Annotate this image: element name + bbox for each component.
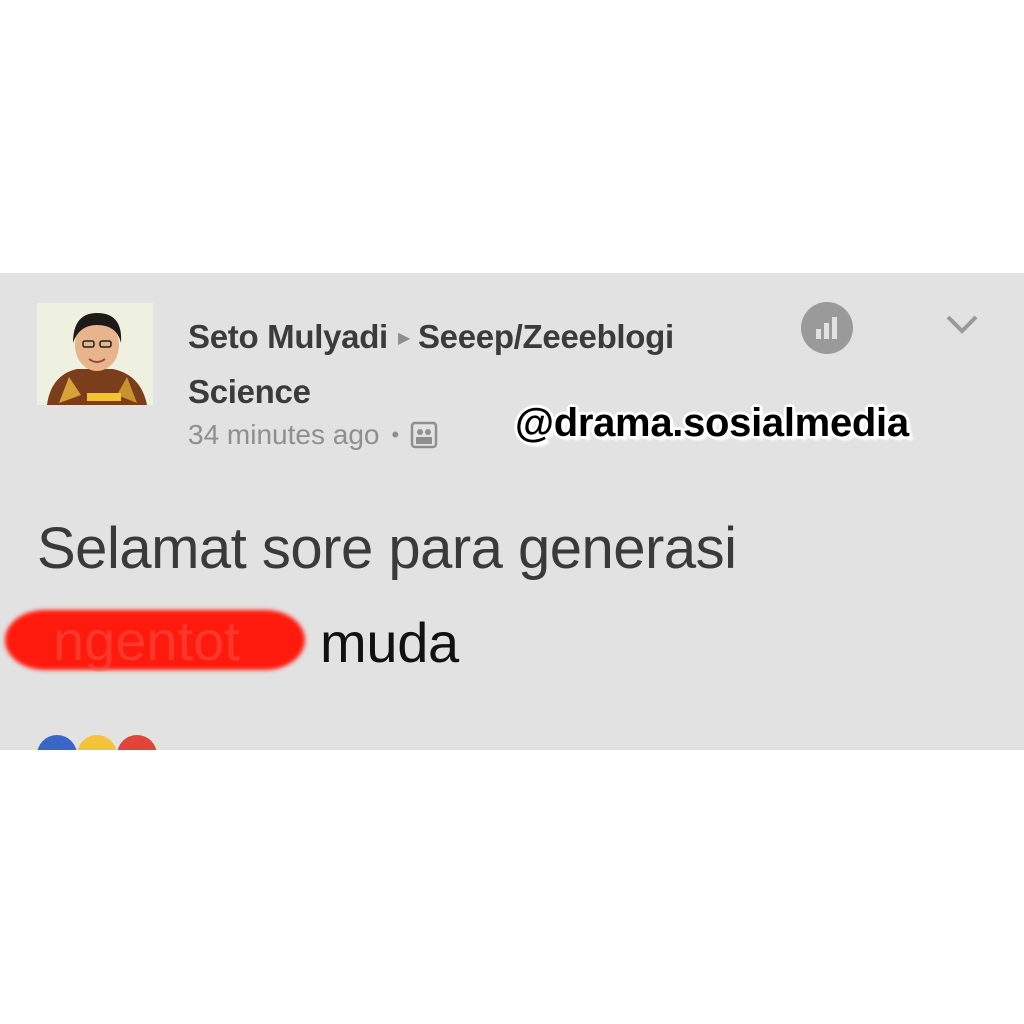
haha-reaction-icon — [77, 735, 117, 750]
author-name[interactable]: Seto Mulyadi — [188, 318, 388, 355]
redaction-mark: ngentot — [5, 604, 305, 674]
timestamp[interactable]: 34 minutes ago — [188, 419, 379, 451]
group-icon — [409, 420, 439, 450]
avatar-image — [37, 303, 153, 405]
bar-chart-icon[interactable] — [800, 301, 854, 355]
reaction-bar[interactable] — [37, 735, 277, 750]
post-meta: 34 minutes ago • — [188, 419, 439, 451]
watermark: @drama.sosialmedia — [515, 401, 909, 445]
post-message-line2: ngentot muda — [0, 598, 1024, 678]
angry-reaction-icon — [117, 735, 157, 750]
post-card: Seto Mulyadi ▶ Seeep/Zeeeblogi Science 34 … — [0, 273, 1024, 750]
author-avatar[interactable] — [37, 303, 153, 405]
like-reaction-icon — [37, 735, 77, 750]
chevron-down-icon[interactable] — [942, 309, 982, 339]
redacted-word: ngentot — [53, 609, 240, 672]
post-message-line1: Selamat sore para generasi — [37, 516, 737, 581]
meta-separator: • — [391, 422, 400, 447]
message-word-muda: muda — [320, 611, 459, 674]
right-triangle-icon: ▶ — [397, 330, 410, 347]
